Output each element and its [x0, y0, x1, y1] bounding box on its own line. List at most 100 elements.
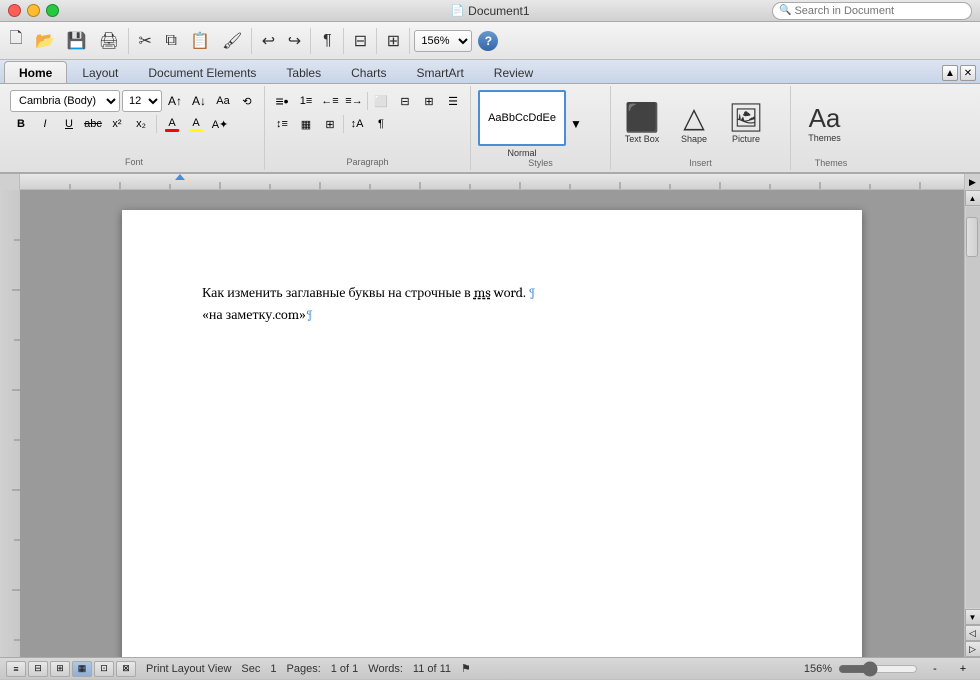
zoom-out-button[interactable]: -: [924, 658, 946, 680]
scrollbar-thumb[interactable]: [966, 217, 978, 257]
ribbon-collapse-up[interactable]: ▲: [942, 65, 958, 81]
ribbon-group-font: Cambria (Body) 12 A↑ A↓ Aa ⟲ B I U abc x…: [4, 86, 265, 170]
close-button[interactable]: [8, 4, 21, 17]
tab-layout[interactable]: Layout: [67, 61, 133, 83]
sort-button[interactable]: ↕A: [346, 113, 368, 135]
tab-home[interactable]: Home: [4, 61, 67, 83]
line-spacing-button[interactable]: ↕≡: [271, 113, 293, 135]
document-page: Как изменить заглавные буквы на строчные…: [122, 210, 862, 657]
view-btn-3[interactable]: ⊞: [50, 661, 70, 677]
new-document-button[interactable]: 🗋: [4, 26, 28, 56]
zoom-slider[interactable]: [838, 665, 918, 673]
subscript-button[interactable]: x₂: [130, 113, 152, 135]
case-toggle-button[interactable]: Aa: [212, 90, 234, 112]
toolbar-separator-2: [251, 28, 252, 54]
view-btn-2[interactable]: ⊟: [28, 661, 48, 677]
show-formatting-button[interactable]: ¶: [315, 26, 339, 56]
zoom-label: 156%: [804, 663, 832, 675]
open-button[interactable]: 📂: [30, 26, 60, 56]
main-toolbar: 🗋 📂 💾 🖨 ✂ ⧉ 📋 🖌 ↩ ↪ ¶ ⊟ ⊞ 156% ?: [0, 22, 980, 60]
search-input[interactable]: [794, 5, 965, 17]
cut-button[interactable]: ✂: [133, 26, 157, 56]
font-size-select[interactable]: 12: [122, 90, 162, 112]
tab-review[interactable]: Review: [479, 61, 548, 83]
print-button[interactable]: 🖨: [94, 26, 124, 56]
view-btn-5[interactable]: ⊡: [94, 661, 114, 677]
zoom-in-button[interactable]: +: [952, 658, 974, 680]
superscript-button[interactable]: x²: [106, 113, 128, 135]
style-box[interactable]: AaBbCcDdEe: [478, 90, 566, 146]
ribbon-group-insert: ⬛ Text Box △ Shape 🖼 Picture Insert: [611, 86, 791, 170]
show-para-button[interactable]: ¶: [370, 113, 392, 135]
document-area[interactable]: Как изменить заглавные буквы на строчные…: [20, 190, 964, 657]
status-bar: ≡ ⊟ ⊞ ▦ ⊡ ⊠ Print Layout View Sec 1 Page…: [0, 657, 980, 679]
copy-button[interactable]: ⧉: [159, 26, 183, 56]
style-name: Normal: [507, 148, 536, 158]
font-grow-button[interactable]: A↑: [164, 90, 186, 112]
scroll-page-up-button[interactable]: ◁: [965, 625, 980, 641]
strikethrough-button[interactable]: abc: [82, 113, 104, 135]
help-button[interactable]: ?: [478, 31, 498, 51]
redo-button[interactable]: ↪: [282, 26, 306, 56]
export-button[interactable]: ⊞: [381, 26, 405, 56]
numbered-list-button[interactable]: 1≡: [295, 90, 317, 112]
align-center-button[interactable]: ⊟: [394, 90, 416, 112]
tab-document-elements[interactable]: Document Elements: [133, 61, 271, 83]
view-btn-4[interactable]: ▦: [72, 661, 92, 677]
maximize-button[interactable]: [46, 4, 59, 17]
ruler-scroll-button[interactable]: ▶: [964, 174, 980, 190]
view-mode-label: Print Layout View: [146, 663, 231, 675]
shading-button[interactable]: ▦: [295, 113, 317, 135]
paste-button[interactable]: 📋: [185, 26, 215, 56]
scrollbar-track[interactable]: [966, 207, 980, 608]
font-name-select[interactable]: Cambria (Body): [10, 90, 120, 112]
shape-button[interactable]: △ Shape: [669, 90, 719, 158]
search-area: 🔍: [772, 2, 972, 20]
themes-group-label: Themes: [797, 158, 865, 169]
highlight-button[interactable]: A: [185, 113, 207, 135]
para-mark-2: ¶: [306, 308, 313, 322]
save-button[interactable]: 💾: [62, 26, 92, 56]
text-box-button[interactable]: ⬛ Text Box: [617, 90, 667, 158]
scroll-page-down-button[interactable]: ▷: [965, 641, 980, 657]
italic-button[interactable]: I: [34, 113, 56, 135]
undo-button[interactable]: ↩: [256, 26, 280, 56]
toolbar-separator-6: [409, 28, 410, 54]
text-effect-button[interactable]: A✦: [209, 113, 231, 135]
tab-smartart[interactable]: SmartArt: [401, 61, 478, 83]
search-box[interactable]: 🔍: [772, 2, 972, 20]
zoom-select[interactable]: 156%: [414, 30, 472, 52]
bullet-list-button[interactable]: ≡•: [271, 90, 293, 112]
window-controls: [8, 4, 59, 17]
tab-tables[interactable]: Tables: [271, 61, 336, 83]
scroll-down-button[interactable]: ▼: [965, 609, 980, 625]
text-line1: Как изменить заглавные буквы на строчные…: [202, 284, 526, 301]
document-content[interactable]: Как изменить заглавные буквы на строчные…: [202, 282, 782, 327]
themes-button[interactable]: Aa Themes: [797, 90, 852, 158]
borders-button[interactable]: ⊞: [319, 113, 341, 135]
tab-charts[interactable]: Charts: [336, 61, 401, 83]
format-painter-button[interactable]: 🖌: [217, 26, 247, 56]
font-shrink-button[interactable]: A↓: [188, 90, 210, 112]
ribbon-collapse-down[interactable]: ✕: [960, 65, 976, 81]
style-scroll-button[interactable]: ▼: [567, 95, 585, 153]
indent-decrease-button[interactable]: ←≡: [319, 90, 341, 112]
columns-button[interactable]: ⊟: [348, 26, 372, 56]
view-btn-6[interactable]: ⊠: [116, 661, 136, 677]
align-right-button[interactable]: ⊞: [418, 90, 440, 112]
justify-button[interactable]: ☰: [442, 90, 464, 112]
align-left-button[interactable]: ⬜: [370, 90, 392, 112]
ribbon-collapse-buttons: ▲ ✕: [942, 65, 976, 83]
picture-icon: 🖼: [728, 104, 764, 132]
text-paragraph-1: Как изменить заглавные буквы на строчные…: [202, 282, 782, 304]
scroll-up-button[interactable]: ▲: [965, 190, 980, 206]
bold-button[interactable]: B: [10, 113, 32, 135]
picture-button[interactable]: 🖼 Picture: [721, 90, 771, 158]
clear-format-button[interactable]: ⟲: [236, 90, 258, 112]
indent-increase-button[interactable]: ≡→: [343, 90, 365, 112]
font-color-button[interactable]: A: [161, 113, 183, 135]
underline-button[interactable]: U: [58, 113, 80, 135]
minimize-button[interactable]: [27, 4, 40, 17]
view-btn-1[interactable]: ≡: [6, 661, 26, 677]
text-box-label: Text Box: [625, 134, 660, 144]
